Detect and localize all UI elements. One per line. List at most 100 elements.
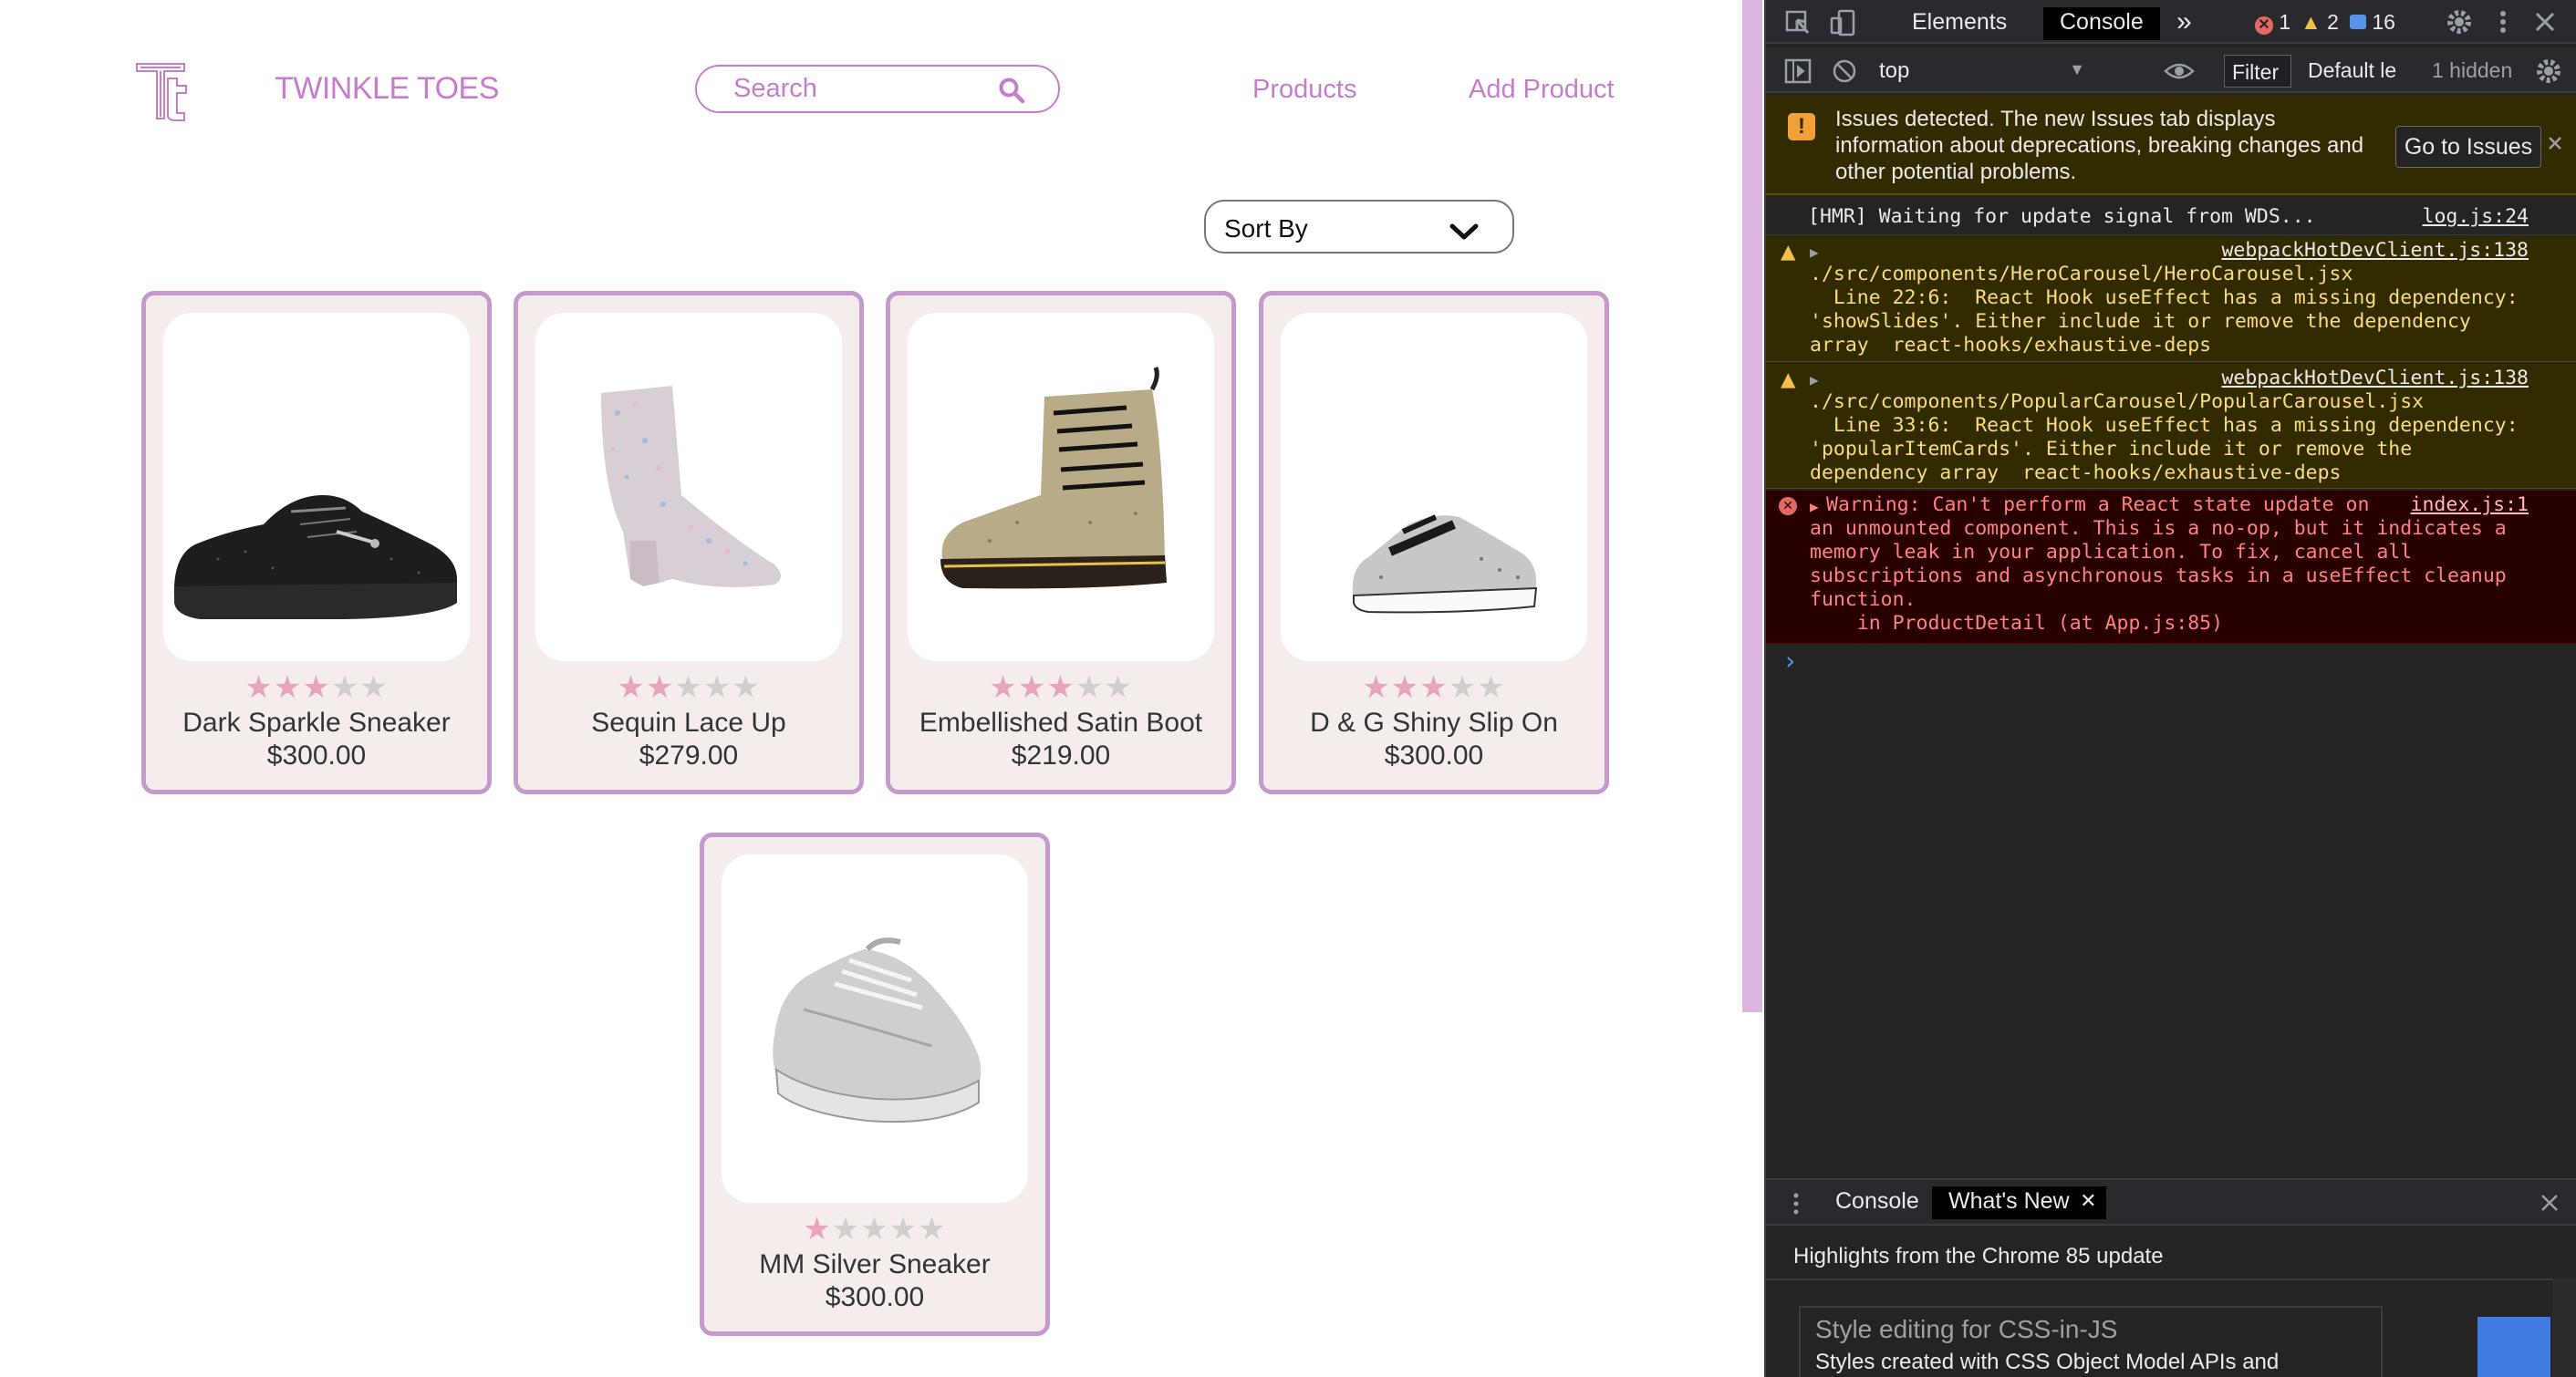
search-bar[interactable]: [695, 65, 1060, 113]
feature-card[interactable]: Style editing for CSS-in-JS Styles creat…: [1799, 1306, 2383, 1377]
error-line: memory leak in your application. To fix,…: [1810, 541, 2413, 564]
error-line: an unmounted component. This is a no-op,…: [1810, 517, 2507, 540]
console-error-message: ✕ ▶ Warning: Can't perform a React state…: [1766, 491, 2576, 644]
product-card[interactable]: ★★★★★ Sequin Lace Up $279.00: [514, 291, 864, 794]
context-selector[interactable]: top ▼: [1875, 57, 2085, 86]
warning-line: array react-hooks/exhaustive-deps: [1810, 334, 2212, 357]
star-icon: ★: [1104, 670, 1133, 705]
filter-placeholder: Filter: [2232, 60, 2280, 84]
sort-by-select[interactable]: Sort By: [1204, 200, 1514, 254]
close-banner-icon[interactable]: [2547, 135, 2563, 151]
star-icon: ★: [1017, 670, 1047, 705]
mm-silver-sneaker-image: [773, 937, 982, 1123]
warning-count-badge[interactable]: ▲ 2: [2301, 10, 2339, 35]
warning-icon: ▲: [2301, 10, 2322, 34]
log-levels-dropdown[interactable]: Default le: [2308, 58, 2399, 83]
product-name[interactable]: D & G Shiny Slip On: [1263, 708, 1605, 739]
hidden-count: 1 hidden: [2432, 58, 2513, 82]
error-source-link[interactable]: index.js:1: [2411, 493, 2529, 517]
star-icon: ★: [617, 670, 646, 705]
message-count-badge[interactable]: 16: [2350, 10, 2395, 35]
close-drawer-icon[interactable]: [2540, 1193, 2560, 1213]
star-icon: ★: [1046, 670, 1075, 705]
context-dropdown-icon: ▼: [2069, 60, 2085, 78]
filter-input[interactable]: Filter: [2224, 55, 2291, 88]
product-card[interactable]: ★★★★★ D & G Shiny Slip On $300.00: [1259, 291, 1609, 794]
go-to-issues-button[interactable]: Go to Issues: [2395, 126, 2541, 168]
product-image[interactable]: [535, 313, 842, 661]
log-source-link[interactable]: log.js:24: [2423, 205, 2529, 229]
console-settings-gear-icon[interactable]: [2534, 57, 2563, 86]
product-price: $219.00: [1011, 740, 1111, 771]
product-name[interactable]: Embellished Satin Boot: [890, 708, 1231, 739]
error-line: function.: [1810, 588, 1916, 611]
star-icon: ★: [918, 1212, 947, 1247]
drawer-scrollbar[interactable]: [2552, 1279, 2576, 1377]
search-input[interactable]: [733, 74, 998, 104]
star-icon: ★: [1390, 670, 1420, 705]
product-price: $300.00: [266, 740, 367, 771]
brand-name[interactable]: TWINKLE TOES: [275, 71, 499, 107]
console-warning-message: ▲ ▶ webpackHotDevClient.js:138 ./src/com…: [1766, 364, 2576, 489]
settings-gear-icon[interactable]: [2445, 7, 2474, 36]
product-image[interactable]: [722, 854, 1028, 1203]
star-icon: ★: [244, 670, 274, 705]
nav-products-link[interactable]: Products: [1252, 75, 1356, 105]
close-devtools-icon[interactable]: [2532, 9, 2558, 35]
twinkle-toes-logo[interactable]: [133, 58, 197, 124]
page-scrollbar[interactable]: [1742, 0, 1764, 1377]
issues-banner-text: Issues detected. The new Issues tab disp…: [1835, 107, 2364, 184]
product-image[interactable]: [163, 313, 470, 661]
drawer-tab-console[interactable]: Console: [1819, 1186, 1936, 1219]
drawer-divider: [1766, 1279, 2576, 1280]
warning-source-link[interactable]: webpackHotDevClient.js:138: [2221, 239, 2529, 263]
product-card[interactable]: ★★★★★ MM Silver Sneaker $300.00: [700, 833, 1050, 1336]
feature-title: Style editing for CSS-in-JS: [1815, 1315, 2118, 1343]
product-image[interactable]: [1281, 313, 1587, 661]
eye-icon[interactable]: [2164, 60, 2195, 82]
close-tab-icon[interactable]: ✕: [2080, 1186, 2096, 1216]
expand-arrow-icon[interactable]: ▶: [1810, 241, 1819, 264]
whats-new-label: What's New: [1948, 1188, 2070, 1214]
search-icon[interactable]: [998, 77, 1025, 104]
more-tabs-button[interactable]: »: [2160, 7, 2208, 40]
more-options-icon[interactable]: [2496, 7, 2510, 36]
tab-elements[interactable]: Elements: [1896, 7, 2023, 40]
warning-line: Line 33:6: React Hook useEffect has a mi…: [1810, 414, 2519, 437]
product-price: $300.00: [825, 1282, 925, 1312]
context-label: top: [1879, 58, 1910, 83]
star-icon: ★: [330, 670, 360, 705]
tab-console[interactable]: Console: [2043, 7, 2160, 40]
warning-source-link[interactable]: webpackHotDevClient.js:138: [2221, 367, 2529, 390]
chevron-down-icon: [1449, 223, 1479, 240]
star-icon: ★: [702, 670, 732, 705]
console-prompt[interactable]: ›: [1782, 646, 1798, 676]
embellished-satin-boot-image: [940, 367, 1167, 589]
product-name[interactable]: Dark Sparkle Sneaker: [146, 708, 487, 739]
product-name[interactable]: MM Silver Sneaker: [704, 1249, 1045, 1280]
product-price: $279.00: [639, 740, 739, 771]
drawer-tab-whats-new[interactable]: What's New ✕: [1932, 1186, 2106, 1219]
scrollbar-thumb[interactable]: [1742, 0, 1762, 1012]
star-icon: ★: [1477, 670, 1506, 705]
product-card[interactable]: ★★★★★ Embellished Satin Boot $219.00: [886, 291, 1236, 794]
drawer-menu-icon[interactable]: [1792, 1191, 1801, 1217]
expand-arrow-icon[interactable]: ▶: [1810, 495, 1819, 519]
warning-line: ./src/components/HeroCarousel/HeroCarous…: [1810, 263, 2353, 285]
sidebar-toggle-icon[interactable]: [1784, 58, 1812, 84]
product-name[interactable]: Sequin Lace Up: [518, 708, 859, 739]
error-count-badge[interactable]: ✕ 1: [2255, 10, 2290, 35]
clear-console-icon[interactable]: [1832, 58, 1857, 84]
product-image[interactable]: [908, 313, 1214, 661]
product-card[interactable]: ★★★★★ Dark Sparkle Sneaker $300.00: [141, 291, 492, 794]
expand-arrow-icon[interactable]: ▶: [1810, 368, 1819, 392]
device-toolbar-icon[interactable]: [1830, 9, 1857, 36]
star-rating: ★★★★★: [518, 671, 859, 704]
feature-thumbnail[interactable]: [2477, 1317, 2550, 1377]
star-icon: ★: [989, 670, 1018, 705]
inspect-element-icon[interactable]: [1784, 9, 1812, 36]
warning-line: dependency array react-hooks/exhaustive-…: [1810, 461, 2342, 484]
message-count: 16: [2372, 10, 2395, 34]
nav-add-product-link[interactable]: Add Product: [1469, 75, 1615, 105]
error-line: subscriptions and asynchronous tasks in …: [1810, 564, 2507, 587]
